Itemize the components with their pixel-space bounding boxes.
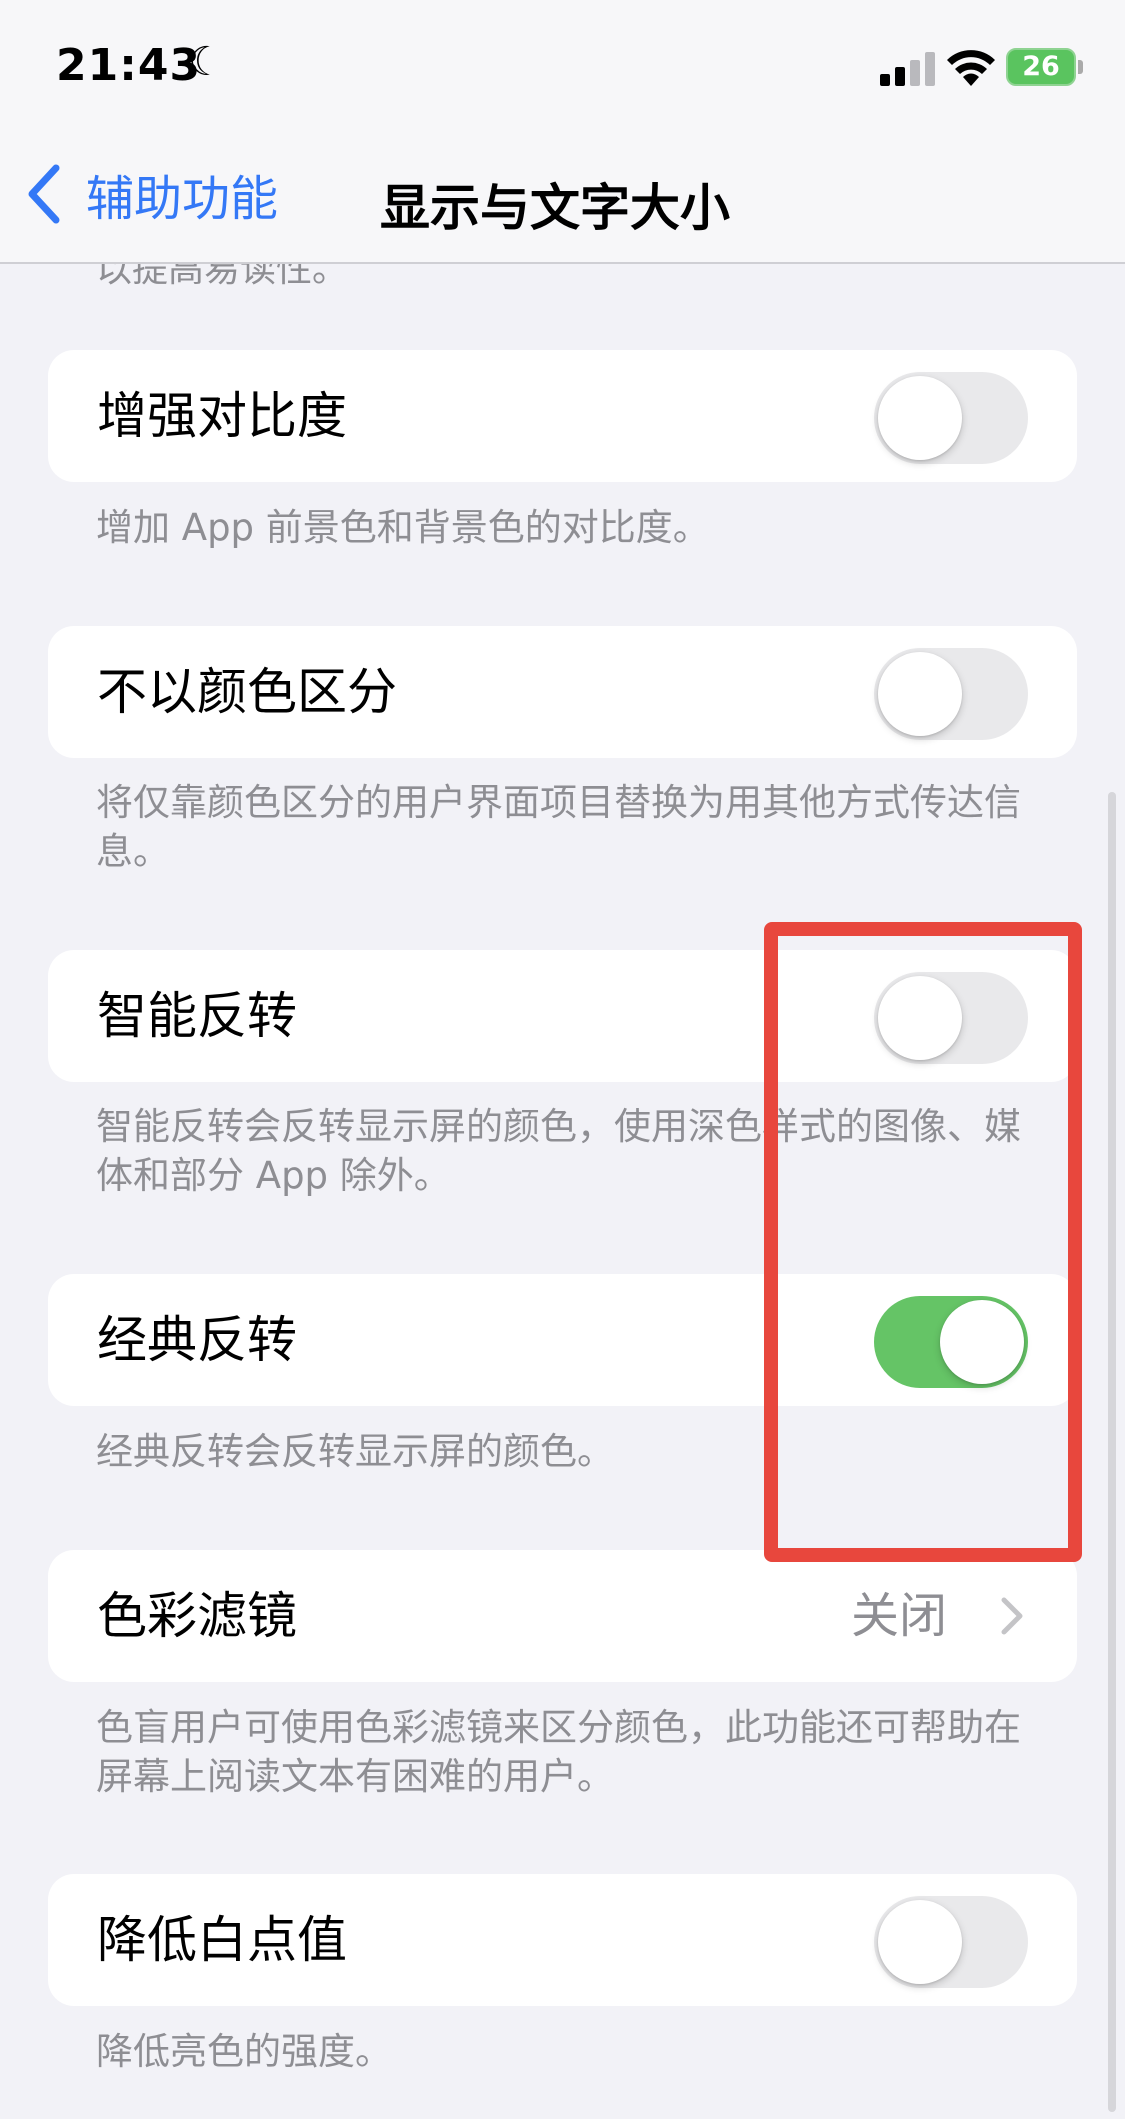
toggle-knob bbox=[878, 1900, 962, 1984]
color-filters-footer: 色盲用户可使用色彩滤镜来区分颜色，此功能还可帮助在屏幕上阅读文本有困难的用户。 bbox=[96, 1706, 1021, 1798]
smart-invert-label: 智能反转 bbox=[97, 987, 297, 1045]
back-label: 辅助功能 bbox=[86, 171, 279, 227]
reduce-white-point-toggle[interactable] bbox=[874, 1896, 1028, 1988]
color-filters-label: 色彩滤镜 bbox=[97, 1587, 297, 1645]
increase-contrast-label: 增强对比度 bbox=[97, 387, 347, 445]
reduce-white-point-row: 降低白点值 bbox=[48, 1874, 1077, 2006]
increase-contrast-row: 增强对比度 bbox=[48, 350, 1077, 482]
battery-tip bbox=[1078, 60, 1083, 74]
color-filters-value: 关闭 bbox=[850, 1588, 947, 1644]
chevron-left-icon bbox=[28, 164, 60, 224]
status-time: 21:43 bbox=[56, 40, 202, 91]
increase-contrast-toggle[interactable] bbox=[874, 372, 1028, 464]
annotation-highlight-box bbox=[764, 922, 1082, 1562]
toggle-knob bbox=[878, 652, 962, 736]
screen: 21:43 ☾ 26 辅助功能 显示与文字大小 以提高易读性。 增强对比度 增加… bbox=[0, 0, 1125, 2119]
status-bar: 21:43 ☾ 26 bbox=[0, 0, 1125, 130]
increase-contrast-footer: 增加 App 前景色和背景色的对比度。 bbox=[96, 506, 710, 549]
reduce-white-point-label: 降低白点值 bbox=[97, 1911, 347, 1969]
color-filters-row[interactable]: 色彩滤镜 关闭 bbox=[48, 1550, 1077, 1682]
differentiate-without-color-toggle[interactable] bbox=[874, 648, 1028, 740]
differentiate-without-color-row: 不以颜色区分 bbox=[48, 626, 1077, 758]
back-button[interactable]: 辅助功能 bbox=[26, 164, 278, 227]
page-title: 显示与文字大小 bbox=[380, 179, 730, 237]
battery-charging-icon: 26 bbox=[1006, 48, 1084, 86]
wifi-icon bbox=[947, 50, 995, 86]
navigation-bar: 辅助功能 显示与文字大小 bbox=[0, 130, 1125, 264]
toggle-knob bbox=[878, 376, 962, 460]
moon-icon: ☾ bbox=[188, 39, 224, 85]
reduce-white-point-footer: 降低亮色的强度。 bbox=[96, 2030, 392, 2073]
chevron-right-icon bbox=[1001, 1597, 1023, 1635]
cellular-signal-icon bbox=[880, 52, 935, 86]
classic-invert-label: 经典反转 bbox=[97, 1311, 297, 1369]
scrollbar[interactable] bbox=[1108, 792, 1116, 2112]
differentiate-without-color-footer: 将仅靠颜色区分的用户界面项目替换为用其他方式传达信息。 bbox=[96, 781, 1021, 873]
battery-level: 26 bbox=[1006, 48, 1076, 86]
differentiate-without-color-label: 不以颜色区分 bbox=[97, 663, 397, 721]
